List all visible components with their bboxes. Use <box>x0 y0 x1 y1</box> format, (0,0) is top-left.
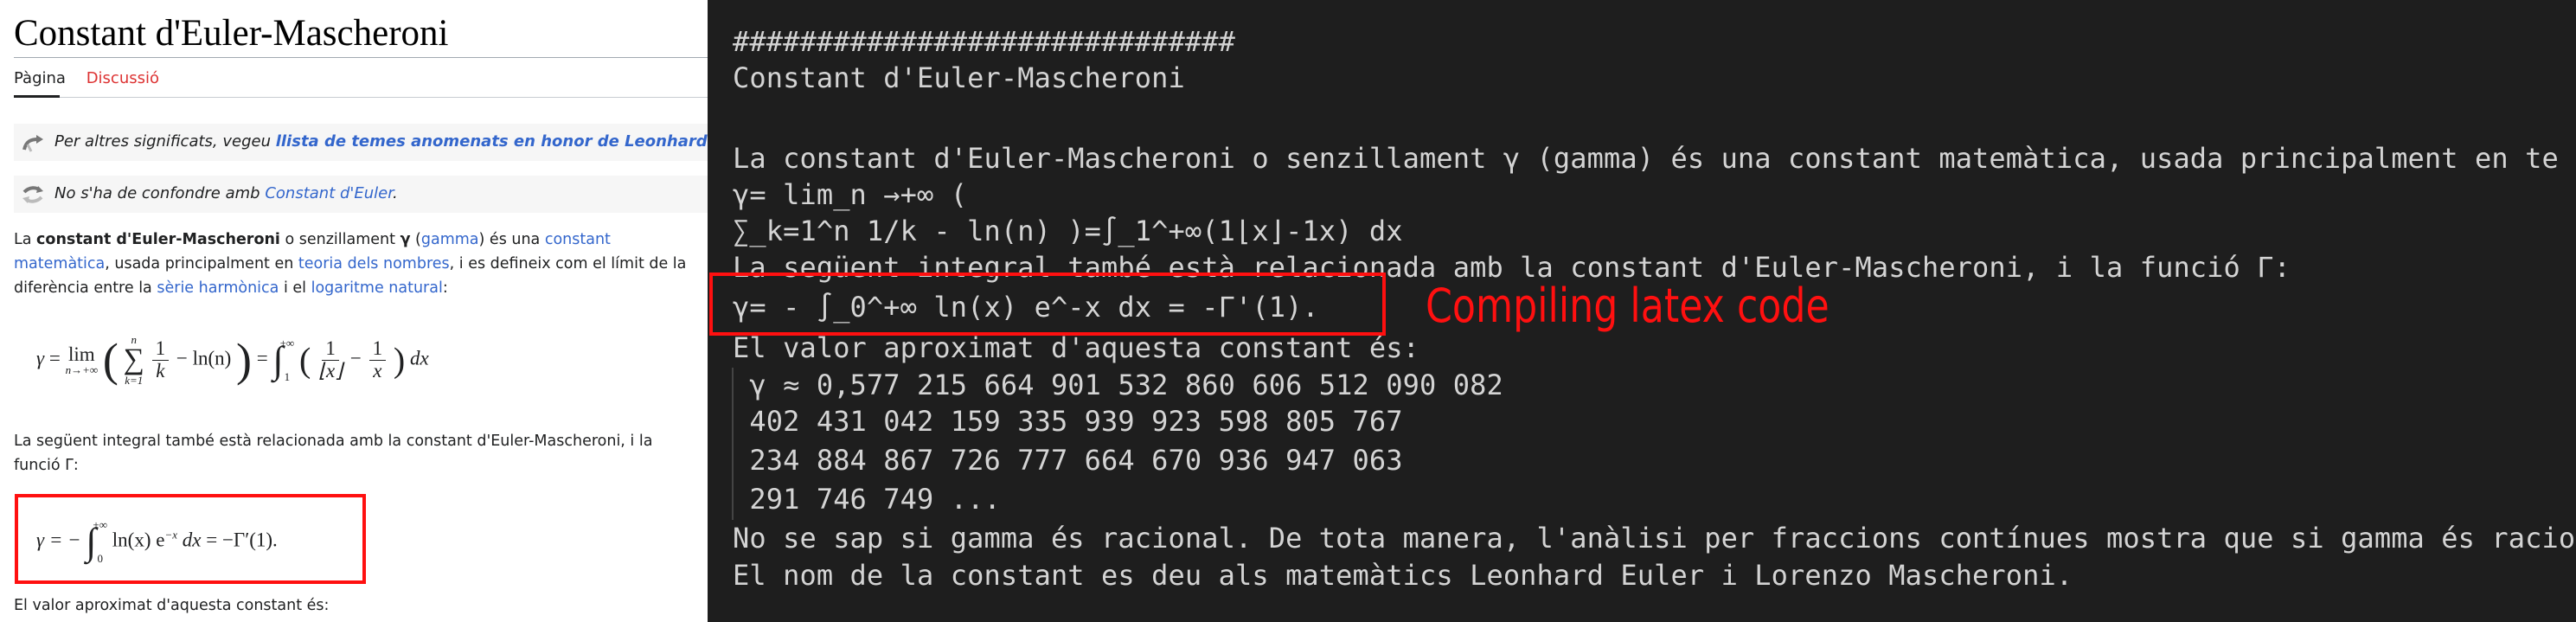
math-fraction: 1x <box>368 338 387 382</box>
math-fraction: 1 ⌊x⌋ <box>318 338 343 381</box>
math-num: 1 <box>322 338 339 361</box>
gamma-function-paragraph: La següent integral també està relaciona… <box>14 429 697 478</box>
approx-value-paragraph: El valor aproximat d'aquesta constant és… <box>14 597 330 614</box>
hatnote-not-confuse: No s'ha de confondre amb Constant d'Eule… <box>14 176 708 213</box>
active-tab-indicator <box>14 95 60 98</box>
terminal-line: γ ≈ 0,577 215 664 901 532 860 606 512 09… <box>733 369 1503 401</box>
terminal-line: El nom de la constant es deu als matemàt… <box>733 559 2073 592</box>
link-constant-mathematics[interactable]: matemàtica <box>14 255 105 273</box>
text: La <box>14 231 37 248</box>
terminal-line: 234 884 867 726 777 664 670 936 947 063 <box>733 444 1403 477</box>
text: i el <box>279 279 311 297</box>
math-paren: ) <box>236 334 253 386</box>
terminal-line: γ= lim_n →+∞ ( <box>733 178 968 211</box>
math-paren: ( <box>102 334 119 386</box>
math-int-bottom: 1 <box>284 370 291 383</box>
math-lhs: γ = − <box>36 529 81 551</box>
math-dx: dx <box>182 529 202 551</box>
math-ln: ln(n) <box>192 347 232 369</box>
hatnote-text: No s'ha de confondre amb <box>54 184 266 202</box>
text: , usada principalment en <box>105 255 298 273</box>
math-sum-bottom: k=1 <box>125 374 144 387</box>
text: , i es defineix com el límit de la <box>449 255 687 273</box>
math-paren: ) <box>393 340 406 380</box>
math-int-bottom: 0 <box>97 552 103 565</box>
intro-paragraph: La constant d'Euler-Mascheroni o senzill… <box>14 228 697 300</box>
math-minus: − <box>349 347 362 369</box>
formula-gamma-integral: γ = − ∫ +∞ 0 ln(x) e−x dx = −Γ′(1). <box>36 519 278 564</box>
text: o senzillament <box>279 231 400 248</box>
math-num: 1 <box>151 338 170 361</box>
math-minus: − <box>176 347 188 369</box>
math-lim-sub: n→+∞ <box>65 363 99 376</box>
terminal-output-panel: ############################## Constant … <box>708 0 2576 622</box>
hatnote-other-meanings: Per altres significats, vegeu llista de … <box>14 124 708 161</box>
link-number-theory[interactable]: teoria dels nombres <box>298 255 450 273</box>
tab-page[interactable]: Pàgina <box>14 69 66 87</box>
math-sum-sign: ∑ <box>123 343 144 375</box>
math-den: k <box>156 359 165 382</box>
math-fraction: 1k <box>151 338 170 382</box>
page-title: Constant d'Euler-Mascheroni <box>14 13 449 54</box>
hatnote-link-euler-topics[interactable]: llista de temes anomenats en honor de Le… <box>276 132 708 151</box>
math-gamma: γ <box>36 347 45 369</box>
math-den: x <box>373 359 382 382</box>
terminal-line: No se sap si gamma és racional. De tota … <box>733 522 2576 555</box>
text: ( <box>410 231 421 248</box>
math-dx: dx <box>409 347 429 369</box>
annotation-label: Compiling latex code <box>1426 279 1829 333</box>
math-int-top: +∞ <box>279 337 295 349</box>
link-constant-mathematics[interactable]: constant <box>545 231 611 248</box>
bold-term: constant d'Euler-Mascheroni <box>36 231 280 248</box>
link-natural-logarithm[interactable]: logaritme natural <box>311 279 443 297</box>
terminal-line: ∑_k=1^n 1/k - ln(n) )=∫_1^+∞(1⌊x⌋-1x) dx <box>733 215 1403 247</box>
terminal-line: 402 431 042 159 335 939 923 598 805 767 <box>733 405 1403 438</box>
highlight-box <box>709 273 1386 336</box>
formula-limit-definition: γ = lim n→+∞ ( n ∑ k=1 1k − ln(n) ) = ∫ +∞ 1 … <box>36 333 429 387</box>
math-integral-limits: +∞ 1 <box>280 337 295 382</box>
page-tabs: Pàgina Discussió <box>14 69 175 87</box>
math-paren: ( <box>298 340 311 380</box>
title-divider <box>14 57 708 58</box>
confusion-arrows-icon <box>22 186 43 203</box>
text: ) és una <box>478 231 545 248</box>
math-body: ln(x) e <box>112 529 165 551</box>
text: funció Γ: <box>14 457 79 474</box>
link-gamma[interactable]: gamma <box>421 231 479 248</box>
math-integral-limits: +∞ 0 <box>93 519 107 564</box>
math-int-top: +∞ <box>93 518 108 531</box>
terminal-line-title: Constant d'Euler-Mascheroni <box>733 61 1185 94</box>
hatnote-text: Per altres significats, vegeu <box>54 132 276 151</box>
link-harmonic-series[interactable]: sèrie harmònica <box>157 279 279 297</box>
terminal-line: La constant d'Euler-Mascheroni o senzill… <box>733 142 2559 175</box>
math-num: 1 <box>368 338 387 361</box>
wikipedia-article-panel: Constant d'Euler-Mascheroni Pàgina Discu… <box>0 0 708 622</box>
math-sum: n ∑ k=1 <box>124 334 144 386</box>
disambiguation-arrow-icon <box>22 135 43 152</box>
terminal-line-hashes: ############################## <box>733 25 1235 58</box>
gamma-symbol: γ <box>400 231 411 248</box>
math-den: ⌊x⌋ <box>318 359 343 382</box>
terminal-line: 291 746 749 ... <box>733 483 1001 516</box>
tabs-divider <box>14 97 708 98</box>
math-rhs: = −Γ′(1). <box>206 529 278 551</box>
math-equals: = <box>48 347 61 369</box>
hatnote-link-euler-constant[interactable]: Constant d'Euler <box>265 184 393 202</box>
hatnote-suffix: . <box>392 184 398 202</box>
math-lim: lim <box>68 343 95 365</box>
math-limit: lim n→+∞ <box>66 344 99 375</box>
text: : <box>442 279 448 297</box>
tab-discussion[interactable]: Discussió <box>87 69 159 87</box>
math-exponent: −x <box>164 528 177 542</box>
text: La següent integral també està relaciona… <box>14 433 653 450</box>
text: diferència entre la <box>14 279 157 297</box>
math-equals: = <box>256 347 268 369</box>
